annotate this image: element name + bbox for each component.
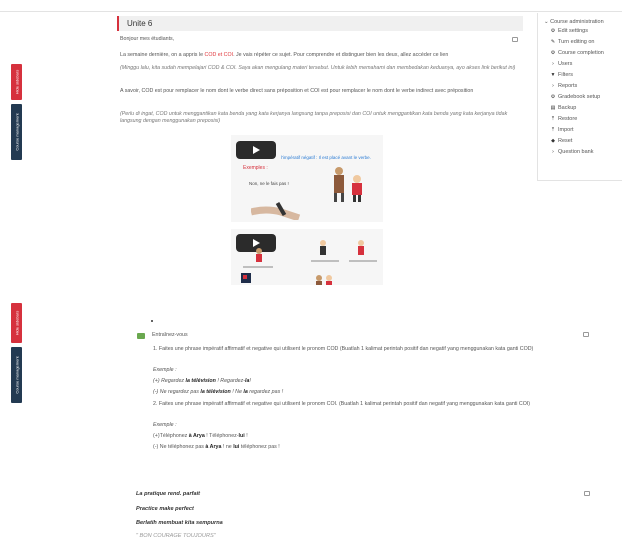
admin-item-backup[interactable]: ▤ Backup bbox=[550, 105, 577, 111]
example-1-positive: (+) Regardez la télévision ! Regardez-la… bbox=[153, 378, 251, 384]
family-illustration bbox=[334, 167, 362, 202]
gear-icon: ⚙ bbox=[550, 28, 556, 34]
intro-text: La semaine dernière, on a appris le COD … bbox=[120, 52, 449, 58]
chevron-right-icon: › bbox=[552, 61, 554, 67]
video-player-1[interactable]: l'impératif négatif : Il est placé avant… bbox=[231, 135, 383, 222]
chevron-right-icon: › bbox=[552, 83, 554, 89]
video-player-2[interactable] bbox=[231, 229, 383, 285]
admin-item-reports[interactable]: › Reports bbox=[550, 83, 577, 89]
video-example-label: Exemples : bbox=[243, 165, 268, 171]
definition-text: A savoir, COD est pour remplacer le nom … bbox=[120, 88, 474, 94]
video-caption: l'impératif négatif : Il est placé avant… bbox=[281, 155, 371, 160]
chevron-down-icon: ⌄ bbox=[544, 19, 549, 25]
course-administration-block: ⌄ Course administration ⚙ Edit settings ✎… bbox=[537, 13, 622, 181]
course-management-label: Course management bbox=[14, 356, 19, 394]
course-management-label: Course management bbox=[14, 113, 19, 151]
import-icon: ⤒ bbox=[551, 127, 555, 133]
admin-item-filters[interactable]: ▼ Filters bbox=[550, 72, 573, 78]
course-administration-title[interactable]: ⌄ Course administration bbox=[544, 19, 604, 25]
example-2-positive: (+)Téléphonez à Arya ! Téléphonez-lui ! bbox=[153, 433, 248, 439]
hide-sidebars-label: Hide sidebars bbox=[14, 310, 19, 336]
motto-encouragement: " BON COURAGE TOUJOURS" bbox=[136, 533, 216, 539]
motto-completion-checkbox[interactable] bbox=[584, 491, 590, 496]
question-2: 2. Faites une phrase impératif affirmati… bbox=[153, 401, 531, 407]
activity-completion-checkbox[interactable] bbox=[583, 332, 589, 337]
motto-english: Practice make perfect bbox=[136, 506, 194, 512]
admin-item-users[interactable]: › Users bbox=[550, 61, 572, 67]
intro-translation: (Minggu lalu, kita sudah mempelajari COD… bbox=[120, 65, 516, 71]
admin-item-gradebook-setup[interactable]: ⚙ Gradebook setup bbox=[550, 94, 600, 100]
filter-icon: ▼ bbox=[550, 72, 556, 78]
admin-item-import[interactable]: ⤒ Import bbox=[550, 127, 574, 133]
activity-title[interactable]: Entraînez-vous bbox=[152, 332, 592, 339]
motto-indonesian: Berlatih membuat kita sempurna bbox=[136, 520, 223, 526]
example-1-negative: (-) Ne regardez pas la télévision ! Ne l… bbox=[153, 389, 284, 395]
admin-item-edit-settings[interactable]: ⚙ Edit settings bbox=[550, 28, 588, 34]
gear-icon: ⚙ bbox=[550, 94, 556, 100]
section-title[interactable]: Unite 6 bbox=[127, 19, 152, 28]
chevron-right-icon: › bbox=[552, 149, 554, 155]
admin-item-reset[interactable]: ◆ Reset bbox=[550, 138, 572, 144]
top-divider bbox=[0, 11, 622, 12]
motto-french: La pratique rend. parfait bbox=[136, 491, 201, 497]
reset-icon: ◆ bbox=[551, 138, 555, 144]
admin-item-turn-editing-on[interactable]: ✎ Turn editing on bbox=[550, 39, 595, 45]
pencil-icon: ✎ bbox=[550, 39, 556, 45]
admin-item-course-completion[interactable]: ⚙ Course completion bbox=[550, 50, 604, 56]
backup-icon: ▤ bbox=[550, 105, 556, 111]
video-sample-text: Non, ne le fais pas ! bbox=[249, 181, 289, 186]
play-button[interactable] bbox=[236, 141, 276, 159]
restore-icon: ⤒ bbox=[551, 116, 555, 122]
greeting-text: Bonjour mes étudiants, bbox=[120, 36, 175, 42]
video-thumbnail-illustrations bbox=[241, 240, 377, 285]
course-management-tab[interactable]: Course management bbox=[11, 104, 22, 160]
example-label-1: Exemple : bbox=[153, 367, 177, 373]
list-bullet bbox=[151, 320, 153, 322]
example-2-negative: (-) Ne téléphonez pas à Arya ! ne lui té… bbox=[153, 444, 280, 450]
example-label-2: Exemple : bbox=[153, 422, 177, 428]
completion-checkbox[interactable] bbox=[512, 37, 518, 42]
admin-item-question-bank[interactable]: › Question bank bbox=[550, 149, 593, 155]
hide-sidebars-tab[interactable]: Hide sidebars bbox=[11, 64, 22, 100]
hide-sidebars-label: Hide sidebars bbox=[14, 69, 19, 95]
section-header: Unite 6 bbox=[117, 16, 523, 31]
question-1: 1. Faites une phrase impératif affirmati… bbox=[153, 346, 534, 352]
assignment-icon bbox=[137, 333, 145, 339]
cod-coi-link[interactable]: COD et COI bbox=[205, 52, 234, 58]
course-management-tab-lower[interactable]: Course management bbox=[11, 347, 22, 403]
hand-drawing-icon bbox=[251, 201, 301, 220]
admin-item-restore[interactable]: ⤒ Restore bbox=[550, 116, 577, 122]
hide-sidebars-tab-lower[interactable]: Hide sidebars bbox=[11, 303, 22, 343]
gear-icon: ⚙ bbox=[550, 50, 556, 56]
definition-translation: (Perlu di ingat, COD untuk menggantikan … bbox=[120, 111, 508, 124]
